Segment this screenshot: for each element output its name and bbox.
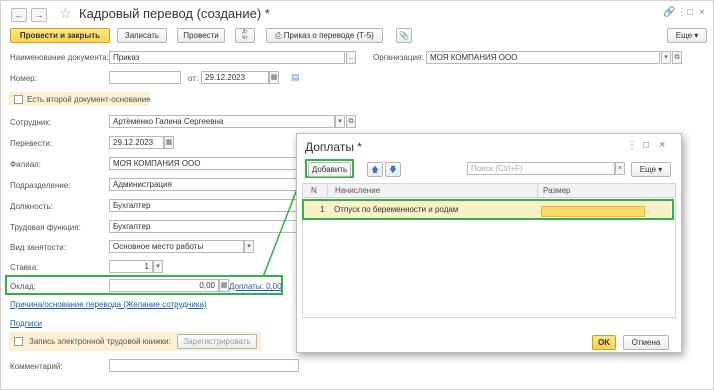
dialog-close-icon[interactable]: × [659,139,665,151]
column-amount[interactable]: Размер [543,186,571,195]
allowances-dialog: Доплаты * ⋮ □ × Добавить 🡅 🡇 Поиск (Ctrl… [296,133,682,353]
column-accrual[interactable]: Начисление [335,186,380,195]
row-highlight-box [302,199,674,220]
column-divider [537,184,538,197]
table-body: 1 Отпуск по беременности и родам [302,198,676,318]
arrow-up-icon: 🡅 [370,165,380,174]
search-input[interactable]: Поиск (Ctrl+F) [467,162,615,175]
dialog-more-label: Еще [639,165,657,174]
move-up-button[interactable]: 🡅 [367,162,383,177]
ok-button[interactable]: OK [592,335,616,350]
column-n[interactable]: N [311,186,317,195]
column-divider [327,184,328,197]
dialog-more-button[interactable]: Еще ▾ [631,162,671,177]
cancel-button[interactable]: Отмена [623,335,669,350]
dialog-maximize-icon[interactable]: □ [643,140,649,151]
search-clear-icon[interactable]: × [615,162,625,175]
dialog-title: Доплаты * [305,140,362,154]
dialog-more-vert-icon[interactable]: ⋮ [627,140,637,151]
add-button[interactable]: Добавить [308,162,351,177]
table-header: N Начисление Размер [302,183,676,198]
move-down-button[interactable]: 🡇 [385,162,401,177]
arrow-down-icon: 🡇 [388,165,398,174]
